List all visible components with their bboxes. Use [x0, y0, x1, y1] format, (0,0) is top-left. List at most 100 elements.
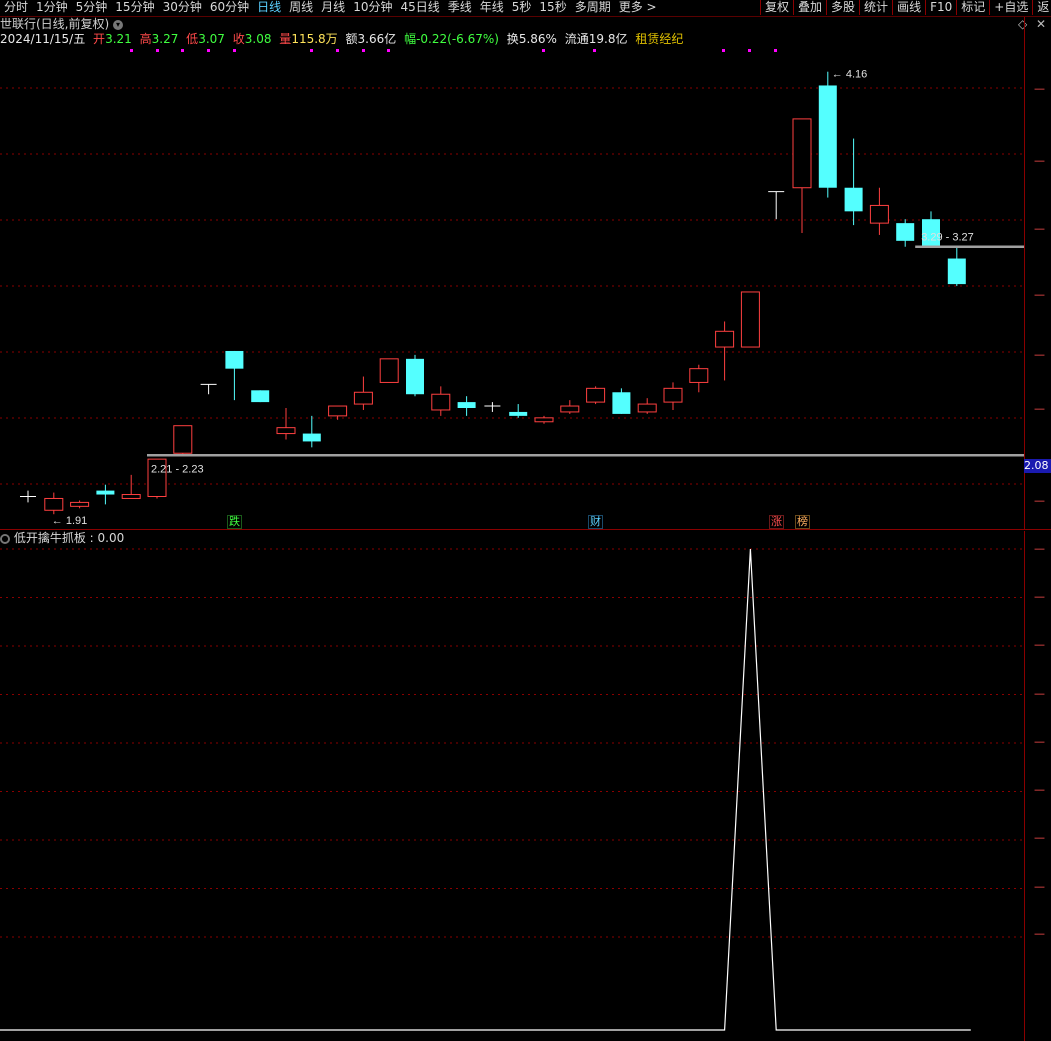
tool-button-8[interactable]: 返 [1032, 0, 1051, 15]
signal-marker [130, 49, 133, 52]
toolbar: 分时 1分钟 5分钟 15分钟 30分钟 60分钟 日线 周线 月线 10分钟 45日线 季线 年线 5秒… [0, 0, 1051, 17]
candle-body [560, 405, 580, 413]
candle-body [431, 393, 451, 411]
candle-body [457, 402, 476, 408]
high-marker: ← 4.16 [832, 69, 867, 81]
candle-body [225, 350, 244, 369]
event-tag-finance[interactable]: 财 [588, 515, 603, 529]
candle [121, 474, 141, 499]
concept-tag[interactable]: 租赁经纪 [635, 32, 683, 46]
quote-date: 2024/11/15/五 [0, 32, 86, 46]
support-label: 2.21 - 2.23 [151, 463, 204, 475]
pane-divider[interactable] [0, 529, 1051, 530]
tool-button-2[interactable]: 多股 [826, 0, 859, 15]
period-tab-3[interactable]: 15分钟 [111, 0, 158, 15]
candle [586, 386, 606, 405]
chart-title-bar: 世联行(日线,前复权) ▾ [0, 17, 124, 31]
candle [560, 400, 580, 414]
indicator-axis-tick: — [1034, 735, 1045, 748]
candle-body [379, 358, 399, 383]
candle [44, 492, 64, 515]
candle-body [586, 387, 606, 403]
candle-body [44, 497, 64, 511]
low-label: 低 [186, 32, 199, 46]
change-label: 幅 [404, 32, 417, 46]
indicator-chart[interactable] [0, 531, 1024, 1039]
change-value: -0.22(-6.67%) [416, 32, 499, 46]
event-tag-rise[interactable]: 涨 [769, 515, 784, 529]
candle [768, 191, 785, 220]
tool-button-5[interactable]: F10 [925, 0, 956, 15]
candle [302, 415, 321, 448]
candle-body [715, 330, 735, 348]
open-value: 3.21 [105, 32, 132, 46]
period-tab-15[interactable]: 多周期 [571, 0, 615, 15]
period-tab-0[interactable]: 分时 [0, 0, 32, 15]
period-tab-11[interactable]: 季线 [444, 0, 476, 15]
candle-body [509, 411, 528, 416]
period-tab-14[interactable]: 15秒 [535, 0, 570, 15]
candle [200, 383, 217, 395]
candle [637, 398, 657, 414]
period-tab-5[interactable]: 60分钟 [206, 0, 253, 15]
tool-button-3[interactable]: 统计 [859, 0, 892, 15]
tool-button-7[interactable]: +自选 [989, 0, 1032, 15]
candle [869, 187, 889, 235]
candle-body [96, 490, 115, 495]
signal-marker [542, 49, 545, 52]
period-tab-10[interactable]: 45日线 [396, 0, 443, 15]
high-value: 3.27 [151, 32, 179, 46]
candle-body [302, 433, 321, 442]
event-tag-list[interactable]: 榜 [795, 515, 810, 529]
candlestick-chart[interactable]: 2.21 - 2.23 3.29 - 3.27 ← 4.16 ← 1.91 [0, 48, 1024, 530]
current-price-tag: 2.08 [1024, 459, 1051, 473]
candle [484, 402, 501, 412]
period-tab-16[interactable]: 更多 > [615, 0, 661, 15]
period-tab-9[interactable]: 10分钟 [349, 0, 396, 15]
period-tab-7[interactable]: 周线 [285, 0, 317, 15]
tool-button-0[interactable]: 复权 [760, 0, 793, 15]
period-tab-6[interactable]: 日线 [253, 0, 285, 15]
period-tab-8[interactable]: 月线 [317, 0, 349, 15]
period-tab-4[interactable]: 30分钟 [159, 0, 206, 15]
signal-marker [181, 49, 184, 52]
tool-button-6[interactable]: 标记 [956, 0, 989, 15]
candle-body [276, 427, 296, 435]
candle [663, 382, 683, 410]
candle [792, 118, 812, 233]
candle [96, 484, 115, 505]
signal-marker [310, 49, 313, 52]
candle [740, 291, 760, 348]
period-tab-13[interactable]: 5秒 [508, 0, 536, 15]
price-axis-tick: — [1034, 402, 1045, 415]
open-label: 开 [93, 32, 106, 46]
candle-body [70, 501, 90, 507]
chevron-down-icon[interactable]: ▾ [113, 19, 124, 30]
candle-body [947, 258, 966, 285]
period-tabs: 分时 1分钟 5分钟 15分钟 30分钟 60分钟 日线 周线 月线 10分钟 45日线 季线 年线 5秒… [0, 0, 661, 16]
high-label: 高 [139, 32, 152, 46]
tool-button-4[interactable]: 画线 [892, 0, 925, 15]
signal-marker [207, 49, 210, 52]
signal-marker [387, 49, 390, 52]
amount-label: 额 [345, 32, 358, 46]
candle [70, 500, 90, 509]
period-tab-12[interactable]: 年线 [476, 0, 508, 15]
candle-body [406, 358, 424, 395]
candle [612, 388, 631, 414]
candle [457, 396, 476, 416]
candle-body [534, 417, 554, 423]
price-axis-tick: — [1034, 348, 1045, 361]
tool-button-1[interactable]: 叠加 [793, 0, 826, 15]
event-tag-fall[interactable]: 跌 [227, 515, 242, 529]
candle-body [328, 405, 348, 417]
candle [173, 425, 193, 456]
candle-body [896, 223, 915, 241]
amount-value: 3.66亿 [357, 32, 397, 46]
indicator-axis-tick: — [1034, 687, 1045, 700]
period-tab-2[interactable]: 5分钟 [72, 0, 112, 15]
signal-marker [233, 49, 236, 52]
indicator-line [0, 548, 971, 1031]
period-tab-1[interactable]: 1分钟 [32, 0, 72, 15]
resistance-label: 3.29 - 3.27 [921, 232, 974, 244]
